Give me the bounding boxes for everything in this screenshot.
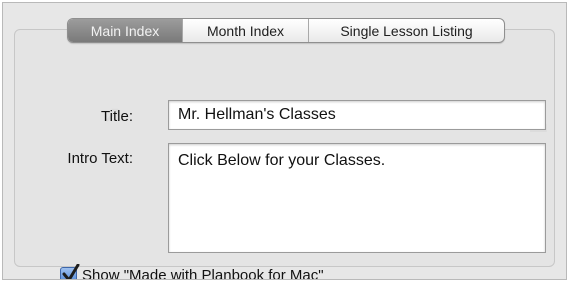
show-made-with-label: Show "Made with Planbook for Mac" [82, 266, 324, 280]
intro-text-label: Intro Text: [67, 150, 133, 167]
index-settings-group: Title: Intro Text: Click Below for your … [14, 29, 555, 279]
preferences-panel: ↗ ▮ Title: Intro Text: Click Below for y… [2, 2, 567, 280]
intro-text-field[interactable]: Click Below for your Classes. [168, 143, 546, 253]
index-tab-bar: Main Index Month Index Single Lesson Lis… [67, 18, 505, 43]
title-label: Title: [101, 108, 133, 125]
tab-main-index[interactable]: Main Index [68, 19, 182, 42]
checkmark-icon [62, 263, 80, 279]
show-made-with-checkbox-row[interactable]: Show "Made with Planbook for Mac" [60, 263, 324, 280]
title-field[interactable] [168, 100, 546, 130]
tab-single-lesson-listing[interactable]: Single Lesson Listing [308, 19, 504, 42]
tab-month-index[interactable]: Month Index [182, 19, 308, 42]
show-made-with-checkbox[interactable] [60, 263, 80, 279]
